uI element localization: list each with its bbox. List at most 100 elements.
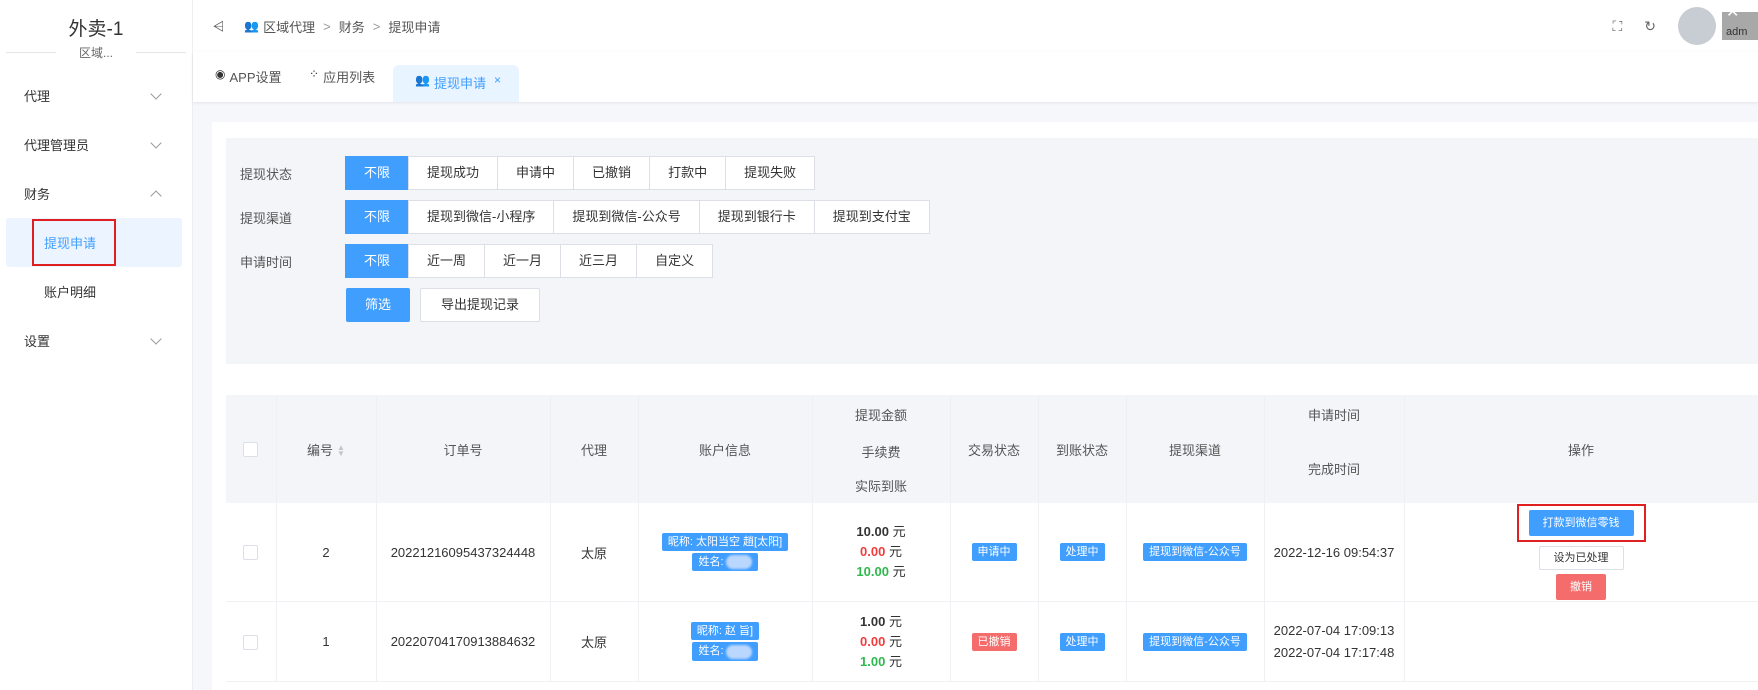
channel-option-wechat-mini[interactable]: 提现到微信-小程序 [408, 200, 555, 234]
channel-option-alipay[interactable]: 提现到支付宝 [813, 200, 930, 234]
unit: 元 [888, 633, 902, 649]
status-badge: 已撤销 [971, 632, 1017, 651]
status-option-success[interactable]: 提现成功 [408, 156, 499, 190]
brand-subtitle: 区域... [0, 44, 192, 61]
pay-to-wechat-button[interactable]: 打款到微信零钱 [1528, 510, 1634, 536]
cell-arrival-status: 处理中 [1038, 601, 1127, 682]
header-ops: 操作 [1404, 395, 1758, 503]
checkbox[interactable] [243, 545, 259, 561]
time-option-custom[interactable]: 自定义 [636, 244, 714, 278]
close-icon[interactable]: × [494, 73, 501, 87]
actual-line: 1.00 元 [814, 652, 949, 672]
chevron-down-icon [150, 332, 162, 345]
fee-value: 0.00 [860, 633, 886, 649]
table-row: 2 20221216095437324448 太原 昵称: 太阳当空 趙[太阳]… [226, 503, 1758, 602]
header-apply-time: 申请时间 [1264, 395, 1405, 434]
filter-label: 提现渠道 [240, 210, 293, 226]
sidebar-item-label: 设置 [24, 334, 51, 349]
status-option-applying[interactable]: 申请中 [497, 156, 575, 190]
checkbox[interactable] [243, 634, 259, 650]
sidebar-item-agent-admin[interactable]: 代理管理员 [0, 120, 192, 169]
chevron-up-icon [150, 189, 162, 202]
sidebar-item-agent[interactable]: 代理 [0, 71, 192, 120]
users-icon: 👥 [244, 19, 260, 33]
cell-trade-status: 已撤销 [950, 601, 1039, 682]
fullscreen-icon[interactable]: ⛶ [1612, 18, 1622, 35]
status-option-failed[interactable]: 提现失败 [725, 156, 816, 190]
status-option-any[interactable]: 不限 [345, 156, 410, 190]
sidebar-item-account-detail[interactable]: 账户明细 [0, 267, 192, 316]
table-header: 编号 ▲ ▼ 订单号 代理 账户信息 提现金额 交易状态 到账状态 提现渠道 申请时… [226, 395, 1758, 503]
tab-withdraw-request[interactable]: 👥 提现申请 × [393, 65, 519, 102]
channel-badge: 提现到微信-公众号 [1143, 632, 1247, 651]
status-badge: 处理中 [1059, 632, 1105, 651]
menu-fold-icon[interactable]: ⩤ [213, 18, 224, 35]
cell-id: 2 [276, 503, 377, 602]
header-actual: 实际到账 [812, 468, 951, 503]
cell-channel: 提现到微信-公众号 [1126, 503, 1265, 602]
filter-row-status: 提现状态 不限 提现成功 申请中 已撤销 打款中 提现失败 [240, 156, 816, 190]
tab-app-list[interactable]: ⁘ 应用列表 [309, 67, 375, 102]
status-option-paying[interactable]: 打款中 [649, 156, 727, 190]
actual-value: 1.00 [860, 653, 886, 669]
header-id[interactable]: 编号 ▲ ▼ [276, 395, 377, 503]
channel-option-any[interactable]: 不限 [345, 200, 410, 234]
cell-id: 1 [276, 601, 377, 682]
amount-line: 1.00 元 [814, 612, 949, 632]
header-agent: 代理 [550, 395, 639, 503]
actual-line: 10.00 元 [814, 562, 949, 582]
amount-value: 10.00 [856, 524, 889, 539]
header-account: 账户信息 [638, 395, 813, 503]
sidebar-item-label: 账户明细 [44, 285, 97, 300]
checkbox[interactable] [243, 442, 259, 458]
time-option-three-months[interactable]: 近三月 [560, 244, 638, 278]
refresh-icon[interactable]: ↻ [1644, 18, 1656, 35]
revoke-button[interactable]: 撤销 [1556, 574, 1606, 600]
channel-badge: 提现到微信-公众号 [1143, 543, 1247, 561]
avatar[interactable] [1678, 7, 1716, 45]
header-label: 编号 [307, 442, 334, 458]
header-channel: 提现渠道 [1126, 395, 1265, 503]
brand-title: 外卖-1 [68, 19, 124, 40]
time-option-any[interactable]: 不限 [345, 244, 410, 278]
fee-line: 0.00 元 [814, 632, 949, 652]
sidebar-item-settings[interactable]: 设置 [0, 316, 192, 365]
users-icon: 👥 [415, 73, 430, 87]
unit: 元 [888, 613, 902, 629]
tab-app-settings[interactable]: ◉ APP设置 [215, 67, 282, 102]
tab-label: APP设置 [229, 70, 282, 85]
row-select[interactable] [226, 503, 277, 602]
sort-icon[interactable]: ▲ ▼ [337, 444, 345, 458]
header-select-all[interactable] [226, 395, 277, 503]
nickname-tag: 昵称: 赵 旨] [690, 622, 760, 641]
filter-panel: 提现状态 不限 提现成功 申请中 已撤销 打款中 提现失败 提现渠道 不限 提现… [226, 138, 1758, 364]
mark-processed-button[interactable]: 设为已处理 [1538, 546, 1624, 570]
apply-time: 2022-12-16 09:54:37 [1273, 544, 1395, 560]
cell-trade-status: 申请中 [950, 503, 1039, 602]
cell-order: 20221216095437324448 [376, 503, 551, 602]
chevron-down-icon [150, 136, 162, 149]
close-icon[interactable]: ✕ [1726, 12, 1756, 38]
name-tag: 姓名: [692, 642, 758, 661]
sidebar-item-withdraw-request[interactable]: 提现申请 [6, 218, 182, 267]
filter-button[interactable]: 筛选 [346, 288, 411, 322]
cell-agent: 太原 [550, 503, 639, 602]
table-row: 1 20220704170913884632 太原 昵称: 赵 旨] 姓名: 1… [226, 601, 1758, 682]
time-option-week[interactable]: 近一周 [408, 244, 486, 278]
user-menu[interactable]: adm ✕ [1722, 12, 1758, 40]
channel-option-bank-card[interactable]: 提现到银行卡 [698, 200, 815, 234]
header-order: 订单号 [376, 395, 551, 503]
breadcrumb-item[interactable]: 财务 [339, 17, 365, 36]
status-option-revoked[interactable]: 已撤销 [573, 156, 651, 190]
unit: 元 [892, 564, 906, 579]
export-button[interactable]: 导出提现记录 [420, 288, 541, 322]
sidebar-item-finance[interactable]: 财务 [0, 169, 192, 218]
compass-icon: ◉ [215, 67, 226, 81]
highlight-box: 打款到微信零钱 [1516, 504, 1646, 542]
breadcrumb-item: 提现申请 [388, 19, 441, 35]
time-option-month[interactable]: 近一月 [484, 244, 562, 278]
row-select[interactable] [226, 601, 277, 682]
cell-account: 昵称: 太阳当空 趙[太阳] 姓名: [638, 503, 813, 602]
channel-option-wechat-official[interactable]: 提现到微信-公众号 [553, 200, 700, 234]
breadcrumb-item[interactable]: 区域代理 [263, 17, 315, 36]
